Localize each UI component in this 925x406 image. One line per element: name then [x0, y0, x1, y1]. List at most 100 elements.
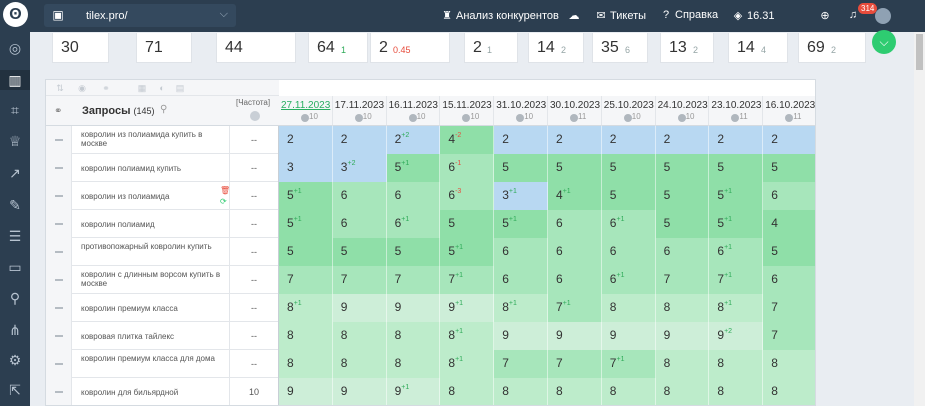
domain-select[interactable]: ▣ tilex.pro/ ⌵: [44, 4, 236, 27]
position-cell[interactable]: 8: [655, 350, 710, 378]
position-cell[interactable]: 9: [494, 322, 548, 350]
help-link[interactable]: ? Справка: [659, 9, 718, 21]
balance[interactable]: ◈ 16.31: [731, 9, 775, 22]
position-cell[interactable]: 6+1: [601, 210, 656, 238]
position-cell[interactable]: 6: [763, 182, 815, 210]
tickets-link[interactable]: ✉ Тикеты: [594, 9, 646, 22]
position-cell[interactable]: 8: [332, 350, 387, 378]
trophy-icon[interactable]: ♕: [5, 131, 25, 151]
date-column-header[interactable]: 24.10.2023 10: [655, 96, 710, 126]
date-column-header[interactable]: 27.11.2023 10: [279, 96, 333, 126]
position-cell[interactable]: 3: [279, 154, 333, 182]
row-handle[interactable]: [46, 350, 72, 378]
position-cell[interactable]: 6+1: [601, 266, 656, 294]
position-cell[interactable]: 6: [332, 210, 387, 238]
position-cell[interactable]: 9: [332, 378, 387, 405]
row-handle[interactable]: [46, 182, 72, 210]
position-cell[interactable]: 8: [548, 378, 602, 405]
settings-icon[interactable]: ⚙: [5, 350, 25, 370]
date-column-header[interactable]: 16.10.2023 11: [763, 96, 815, 126]
position-cell[interactable]: 7: [763, 322, 815, 350]
position-cell[interactable]: 6: [494, 238, 548, 266]
position-cell[interactable]: 8+1: [440, 350, 495, 378]
position-cell[interactable]: 3+2: [332, 154, 387, 182]
position-cell[interactable]: 5: [440, 210, 495, 238]
position-cell[interactable]: 2: [655, 126, 710, 154]
expand-button[interactable]: ⌵: [872, 30, 896, 54]
position-cell[interactable]: 9: [548, 322, 602, 350]
position-cell[interactable]: 8: [655, 294, 710, 322]
position-cell[interactable]: 5: [655, 182, 710, 210]
row-handle[interactable]: [46, 294, 72, 322]
row-handle[interactable]: [46, 126, 72, 154]
link-icon[interactable]: ⚭: [100, 82, 112, 94]
position-cell[interactable]: 8+1: [709, 294, 764, 322]
position-cell[interactable]: 9+2: [709, 322, 764, 350]
position-cell[interactable]: 5: [655, 154, 710, 182]
list-icon[interactable]: ☰: [5, 226, 25, 246]
search-icon[interactable]: ⚲: [160, 104, 167, 115]
position-cell[interactable]: 8: [279, 350, 333, 378]
cloud-icon[interactable]: ☁: [567, 9, 583, 22]
position-cell[interactable]: 5: [601, 182, 656, 210]
position-cell[interactable]: 5: [494, 154, 548, 182]
date-column-header[interactable]: 16.11.2023 10: [386, 96, 441, 126]
keyword-cell[interactable]: противопожарный ковролин купить: [72, 238, 230, 266]
grid-icon[interactable]: ▦: [136, 82, 148, 94]
position-cell[interactable]: 9: [332, 294, 387, 322]
queries-title[interactable]: Запросы (145): [82, 105, 155, 117]
date-column-header[interactable]: 31.10.2023 10: [494, 96, 548, 126]
sort-icon[interactable]: ⇅: [54, 82, 66, 94]
position-cell[interactable]: 5+1: [440, 238, 495, 266]
position-cell[interactable]: 6: [494, 266, 548, 294]
position-cell[interactable]: 8: [386, 350, 441, 378]
position-cell[interactable]: 6: [548, 266, 602, 294]
row-handle[interactable]: [46, 238, 72, 266]
position-cell[interactable]: 2+2: [386, 126, 441, 154]
position-cell[interactable]: 8: [494, 378, 548, 405]
position-cell[interactable]: 7: [763, 294, 815, 322]
position-cell[interactable]: 5: [601, 154, 656, 182]
position-cell[interactable]: 6-1: [440, 154, 495, 182]
position-cell[interactable]: 8: [763, 378, 815, 405]
keyword-cell[interactable]: ковролин полиамид купить: [72, 154, 230, 182]
position-cell[interactable]: 7+1: [440, 266, 495, 294]
trash-icon[interactable]: 🗑: [220, 186, 230, 195]
keyword-cell[interactable]: ковролин премиум класса: [72, 294, 230, 322]
position-cell[interactable]: 5+1: [494, 210, 548, 238]
position-cell[interactable]: 9: [601, 322, 656, 350]
scrollbar-thumb[interactable]: [916, 34, 923, 70]
position-cell[interactable]: 5: [709, 154, 764, 182]
position-cell[interactable]: 8: [440, 378, 495, 405]
position-cell[interactable]: 2: [548, 126, 602, 154]
position-cell[interactable]: 2: [279, 126, 333, 154]
keyword-cell[interactable]: ковровая плитка тайлекс: [72, 322, 230, 350]
row-handle[interactable]: [46, 154, 72, 182]
frequency-header[interactable]: [Частота]: [236, 98, 270, 107]
date-column-header[interactable]: 15.11.2023 10: [440, 96, 495, 126]
position-cell[interactable]: 6: [386, 182, 441, 210]
competitors-link[interactable]: ♜ Анализ конкурентов: [440, 9, 559, 22]
position-cell[interactable]: 9: [655, 322, 710, 350]
sitemap-icon[interactable]: ⋔: [5, 320, 25, 340]
position-cell[interactable]: 7+1: [709, 266, 764, 294]
add-icon[interactable]: ⊕: [818, 9, 834, 22]
chart-icon[interactable]: ▥: [0, 70, 30, 90]
position-cell[interactable]: 2: [494, 126, 548, 154]
position-cell[interactable]: 5: [763, 238, 815, 266]
position-cell[interactable]: 5+1: [386, 154, 441, 182]
position-cell[interactable]: 5: [763, 154, 815, 182]
position-cell[interactable]: 7: [494, 350, 548, 378]
dashboard-icon[interactable]: ◎: [5, 38, 25, 58]
keyword-cell[interactable]: ковролин с длинным ворсом купить в москв…: [72, 266, 230, 294]
position-cell[interactable]: 5+1: [279, 210, 333, 238]
eye-icon[interactable]: ◉: [76, 82, 88, 94]
position-cell[interactable]: 5: [279, 238, 333, 266]
position-cell[interactable]: 8: [601, 294, 656, 322]
position-cell[interactable]: 2: [601, 126, 656, 154]
row-handle[interactable]: [46, 266, 72, 294]
position-cell[interactable]: 6-3: [440, 182, 495, 210]
position-cell[interactable]: 8: [709, 350, 764, 378]
position-cell[interactable]: 5+1: [279, 182, 333, 210]
position-cell[interactable]: 7+1: [548, 294, 602, 322]
